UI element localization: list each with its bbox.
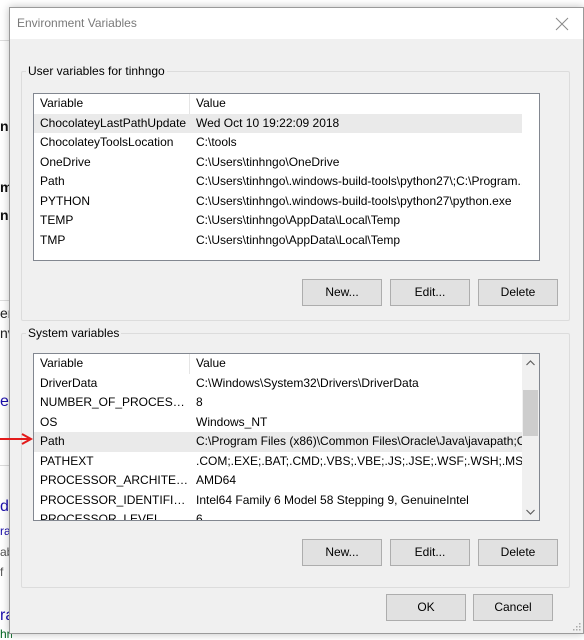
resize-grip-icon[interactable]	[571, 621, 581, 631]
list-header: Variable Value	[34, 354, 522, 374]
close-icon	[555, 17, 569, 31]
table-row[interactable]: PROCESSOR_LEVEL 6	[34, 510, 522, 521]
column-header-variable[interactable]: Variable	[34, 94, 190, 114]
table-row[interactable]: DriverData C:\Windows\System32\Drivers\Dr…	[34, 374, 522, 394]
variable-value-cell: C:\Users\tinhngo\AppData\Local\Temp	[196, 213, 401, 227]
variable-value-cell: Intel64 Family 6 Model 58 Stepping 9, Ge…	[196, 492, 469, 507]
table-row[interactable]: PROCESSOR_ARCHITECTU... AMD64	[34, 471, 522, 491]
ok-button[interactable]: OK	[386, 594, 466, 621]
chevron-up-icon	[526, 359, 535, 365]
variable-name-cell: PROCESSOR_IDENTIFIER	[40, 492, 190, 507]
table-row[interactable]: ChocolateyLastPathUpdate Wed Oct 10 19:22…	[34, 113, 522, 133]
table-row[interactable]: PYTHON C:\Users\tinhngo\.windows-build-to…	[34, 192, 522, 212]
column-header-value[interactable]: Value	[190, 354, 522, 374]
variable-name-cell: NUMBER_OF_PROCESSORS	[40, 395, 190, 409]
variable-value-cell: C:\Users\tinhngo\OneDrive	[196, 154, 340, 169]
variable-value-cell: .COM;.EXE;.BAT;.CMD;.VBS;.VBE;.JS;.JSE;.…	[196, 453, 522, 468]
system-variables-rows: DriverData C:\Windows\System32\Drivers\Dr…	[34, 374, 522, 521]
close-button[interactable]	[551, 13, 573, 35]
column-header-value[interactable]: Value	[190, 94, 522, 114]
scroll-down-button[interactable]	[522, 503, 539, 520]
system-delete-button[interactable]: Delete	[478, 539, 558, 566]
variable-value-cell: 6	[196, 512, 203, 521]
table-row[interactable]: NUMBER_OF_PROCESSORS 8	[34, 393, 522, 413]
list-header: Variable Value	[34, 94, 522, 114]
chevron-down-icon	[526, 509, 535, 515]
variable-value-cell: C:\Users\tinhngo\.windows-build-tools\py…	[196, 174, 522, 188]
table-row[interactable]: Path C:\Program Files (x86)\Common Files\…	[34, 432, 522, 452]
system-new-button[interactable]: New...	[302, 539, 382, 566]
window-title: Environment Variables	[17, 16, 137, 30]
variable-name-cell: PROCESSOR_LEVEL	[40, 512, 161, 521]
table-row[interactable]: TMP C:\Users\tinhngo\AppData\Local\Temp	[34, 231, 522, 251]
table-row[interactable]: OneDrive C:\Users\tinhngo\OneDrive	[34, 153, 522, 173]
variable-value-cell: C:\Users\tinhngo\.windows-build-tools\py…	[196, 193, 512, 208]
user-variables-list[interactable]: Variable Value ChocolateyLastPathUpdate W…	[33, 93, 540, 261]
column-header-variable[interactable]: Variable	[34, 354, 190, 374]
scrollbar-thumb[interactable]	[523, 390, 538, 436]
variable-value-cell: C:\Program Files (x86)\Common Files\Orac…	[196, 434, 522, 448]
table-row[interactable]: TEMP C:\Users\tinhngo\AppData\Local\Temp	[34, 211, 522, 231]
user-new-button[interactable]: New...	[302, 279, 382, 306]
table-row[interactable]: PATHEXT .COM;.EXE;.BAT;.CMD;.VBS;.VBE;.JS…	[34, 452, 522, 472]
system-edit-button[interactable]: Edit...	[390, 539, 470, 566]
vertical-scrollbar[interactable]	[522, 354, 539, 520]
variable-value-cell: C:\Windows\System32\Drivers\DriverData	[196, 375, 419, 390]
system-variables-label: System variables	[26, 326, 122, 340]
variable-name-cell: OS	[40, 414, 58, 429]
system-variables-list[interactable]: Variable Value DriverData C:\Windows\Syst…	[33, 353, 540, 521]
user-edit-button[interactable]: Edit...	[390, 279, 470, 306]
variable-name-cell: OneDrive	[40, 154, 91, 169]
variable-value-cell: Windows_NT	[196, 414, 268, 429]
variable-value-cell: 8	[196, 395, 203, 409]
environment-variables-dialog: Environment Variables User variables for…	[9, 7, 584, 634]
title-bar: Environment Variables	[10, 8, 583, 39]
variable-name-cell: ChocolateyLastPathUpdate	[40, 115, 187, 130]
variable-value-cell: AMD64	[196, 473, 237, 487]
variable-name-cell: Path	[40, 174, 65, 188]
table-row[interactable]: OS Windows_NT	[34, 413, 522, 433]
user-variables-rows: ChocolateyLastPathUpdate Wed Oct 10 19:22…	[34, 113, 539, 251]
variable-name-cell: PROCESSOR_ARCHITECTU...	[40, 473, 190, 487]
variable-name-cell: TMP	[40, 232, 66, 247]
system-variables-group: System variables Variable Value DriverDa…	[21, 326, 570, 588]
variable-name-cell: Path	[40, 434, 65, 448]
variable-name-cell: TEMP	[40, 213, 74, 227]
user-variables-group: User variables for tinhngo Variable Valu…	[21, 64, 570, 321]
table-row[interactable]: PROCESSOR_IDENTIFIER Intel64 Family 6 Mod…	[34, 491, 522, 511]
scroll-up-button[interactable]	[522, 354, 539, 371]
table-row[interactable]: Path C:\Users\tinhngo\.windows-build-tool…	[34, 172, 522, 192]
cancel-button[interactable]: Cancel	[473, 594, 553, 621]
variable-name-cell: ChocolateyToolsLocation	[40, 135, 174, 149]
variable-value-cell: C:\tools	[196, 135, 237, 149]
annotation-arrow-icon	[0, 433, 34, 445]
table-row[interactable]: ChocolateyToolsLocation C:\tools	[34, 133, 522, 153]
user-delete-button[interactable]: Delete	[478, 279, 558, 306]
variable-name-cell: PYTHON	[40, 193, 91, 208]
variable-name-cell: DriverData	[40, 375, 98, 390]
user-variables-label: User variables for tinhngo	[26, 64, 167, 78]
variable-value-cell: C:\Users\tinhngo\AppData\Local\Temp	[196, 232, 401, 247]
variable-name-cell: PATHEXT	[40, 453, 94, 468]
variable-value-cell: Wed Oct 10 19:22:09 2018	[196, 115, 340, 130]
